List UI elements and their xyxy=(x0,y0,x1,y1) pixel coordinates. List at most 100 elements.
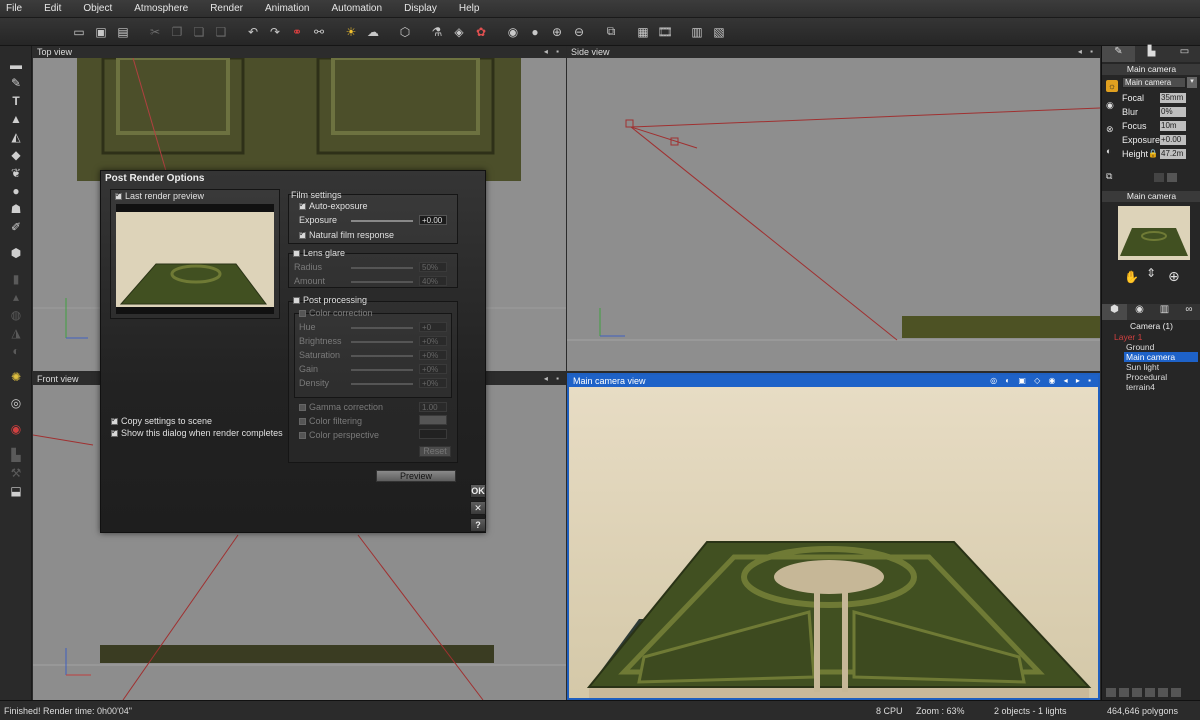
gain-value[interactable]: +0% xyxy=(419,364,447,374)
camera-view-controls-icon[interactable]: ◎ ◐ ▣ ◇ ◉ ◂ ▸ ▪ xyxy=(990,375,1094,387)
rotate-icon[interactable]: ⊕ xyxy=(1168,268,1180,285)
sky-tab-icon[interactable]: ▭ xyxy=(1168,46,1200,62)
hue-value[interactable]: +0 xyxy=(419,322,447,332)
clouds-icon[interactable]: ☁ xyxy=(364,23,382,41)
disc-tool-icon[interactable]: ◐ xyxy=(0,342,32,360)
focus-value[interactable]: 10m xyxy=(1160,121,1186,131)
panel-button-b[interactable] xyxy=(1167,173,1177,182)
density-slider[interactable] xyxy=(351,383,413,385)
cloud-tool-icon[interactable]: ☗ xyxy=(0,200,32,218)
tree-btn-6-icon[interactable] xyxy=(1171,688,1181,697)
save-icon[interactable]: ▤ xyxy=(114,23,132,41)
menu-edit[interactable]: Edit xyxy=(44,3,61,14)
tree-btn-3-icon[interactable] xyxy=(1132,688,1142,697)
render-options-icon[interactable]: ◉ xyxy=(504,23,522,41)
exposure-value[interactable]: +0.00 xyxy=(419,215,447,225)
amount-value[interactable]: 40% xyxy=(419,276,447,286)
menu-file[interactable]: File xyxy=(6,3,22,14)
ok-button[interactable]: OK xyxy=(470,484,486,498)
amount-slider[interactable] xyxy=(351,281,413,283)
torus-tool-icon[interactable]: ◍ xyxy=(0,306,32,324)
open-icon[interactable]: ▣ xyxy=(92,23,110,41)
reset-button[interactable]: Reset xyxy=(419,446,451,457)
preview-button[interactable]: Preview xyxy=(376,470,456,482)
viewport-controls-icon[interactable]: ◂ ▪ xyxy=(544,46,562,58)
gamma-value[interactable]: 1.00 xyxy=(419,402,447,412)
light-tool-icon[interactable]: ✺ xyxy=(0,368,32,386)
display-icon[interactable]: ▦ xyxy=(634,23,652,41)
terrain-tool-icon[interactable]: ◭ xyxy=(0,128,32,146)
camera-select[interactable]: Main camera xyxy=(1122,77,1186,88)
link-icon[interactable]: ⚭ xyxy=(288,23,306,41)
lens-glare-checkbox[interactable] xyxy=(293,250,300,257)
unlink-icon[interactable]: ⚯ xyxy=(310,23,328,41)
redo-icon[interactable]: ↷ xyxy=(266,23,284,41)
materials-tab-icon[interactable]: ◉ xyxy=(1127,304,1152,320)
radius-value[interactable]: 50% xyxy=(419,262,447,272)
show-dialog-checkbox[interactable] xyxy=(111,427,118,437)
gain-slider[interactable] xyxy=(351,369,413,371)
water-tool-icon[interactable]: ▲ xyxy=(0,110,32,128)
render-tool-icon[interactable]: ◉ xyxy=(0,420,32,438)
texture-icon[interactable]: ◈ xyxy=(450,23,468,41)
color-perspective-checkbox[interactable] xyxy=(299,432,306,439)
menu-render[interactable]: Render xyxy=(210,3,243,14)
export-tool-icon[interactable]: ⬓ xyxy=(0,482,32,500)
render-icon[interactable]: ● xyxy=(526,23,544,41)
post-processing-checkbox[interactable] xyxy=(293,297,300,304)
exposure-icon[interactable]: ◐ xyxy=(1106,146,1111,156)
tree-btn-5-icon[interactable] xyxy=(1158,688,1168,697)
viewport-controls-icon[interactable]: ◂ ▪ xyxy=(1078,46,1096,58)
height-value[interactable]: 47.2m xyxy=(1160,149,1186,159)
brightness-slider[interactable] xyxy=(351,341,413,343)
library-tab-icon[interactable]: ▥ xyxy=(1152,304,1177,320)
sun-icon[interactable]: ☼ xyxy=(1106,80,1118,92)
cylinder-tool-icon[interactable]: ▮ xyxy=(0,270,32,288)
pyramid-tool-icon[interactable]: ◮ xyxy=(0,324,32,342)
saturation-slider[interactable] xyxy=(351,355,413,357)
radius-slider[interactable] xyxy=(351,267,413,269)
tree-btn-1-icon[interactable] xyxy=(1106,688,1116,697)
paste-icon[interactable]: ❏ xyxy=(190,23,208,41)
cube-tool-icon[interactable]: ⬢ xyxy=(0,244,32,262)
remove-icon[interactable]: ⊖ xyxy=(570,23,588,41)
objects-tab-icon[interactable]: ⬢ xyxy=(1102,304,1127,320)
brush-tool-icon[interactable]: ✐ xyxy=(0,218,32,236)
ground-tab-icon[interactable]: ▙ xyxy=(1135,46,1168,62)
menu-object[interactable]: Object xyxy=(83,3,112,14)
tree-item-terrain[interactable]: Procedural terrain4 xyxy=(1106,372,1198,392)
color-correction-checkbox[interactable] xyxy=(299,310,306,317)
target-icon[interactable]: ◉ xyxy=(1106,100,1114,111)
camera-tab-icon[interactable]: ✎ xyxy=(1102,46,1135,62)
viewport-controls-icon[interactable]: ◂ ▪ xyxy=(544,373,562,385)
menu-display[interactable]: Display xyxy=(404,3,437,14)
links-tab-icon[interactable]: ∞ xyxy=(1177,304,1200,320)
tree-item-sun-light[interactable]: Sun light xyxy=(1106,362,1198,372)
tree-item-layer[interactable]: Layer 1 xyxy=(1106,332,1198,342)
panel-button-a[interactable] xyxy=(1154,173,1164,182)
duplicate-icon[interactable]: ❑ xyxy=(212,23,230,41)
group-tool-icon[interactable]: ▙ xyxy=(0,446,32,464)
rock-tool-icon[interactable]: ◆ xyxy=(0,146,32,164)
globe-tool-icon[interactable]: ◎ xyxy=(0,394,32,412)
brightness-value[interactable]: +0% xyxy=(419,336,447,346)
gamma-checkbox[interactable] xyxy=(299,404,306,411)
pen-tool-icon[interactable]: ✎ xyxy=(0,74,32,92)
menu-automation[interactable]: Automation xyxy=(331,3,382,14)
side-viewport[interactable]: Side view ◂ ▪ xyxy=(567,46,1100,371)
zoom-icon[interactable]: ⇕ xyxy=(1146,266,1156,280)
object-icon[interactable]: ⬡ xyxy=(396,23,414,41)
color-perspective-swatch[interactable] xyxy=(419,429,447,439)
tree-btn-2-icon[interactable] xyxy=(1119,688,1129,697)
help-button[interactable]: ? xyxy=(470,518,486,532)
exposure-value-panel[interactable]: +0.00 xyxy=(1160,135,1186,145)
focal-value[interactable]: 35mm xyxy=(1160,93,1186,103)
exposure-slider[interactable] xyxy=(351,220,413,222)
sky-editor-icon[interactable]: ☀ xyxy=(342,23,360,41)
aperture-icon[interactable]: ⊗ xyxy=(1106,124,1114,135)
last-render-preview-checkbox[interactable] xyxy=(115,190,122,200)
tree-item-ground[interactable]: Ground xyxy=(1106,342,1198,352)
copy-icon[interactable]: ❐ xyxy=(168,23,186,41)
menu-animation[interactable]: Animation xyxy=(265,3,309,14)
material-icon[interactable]: ⚗ xyxy=(428,23,446,41)
